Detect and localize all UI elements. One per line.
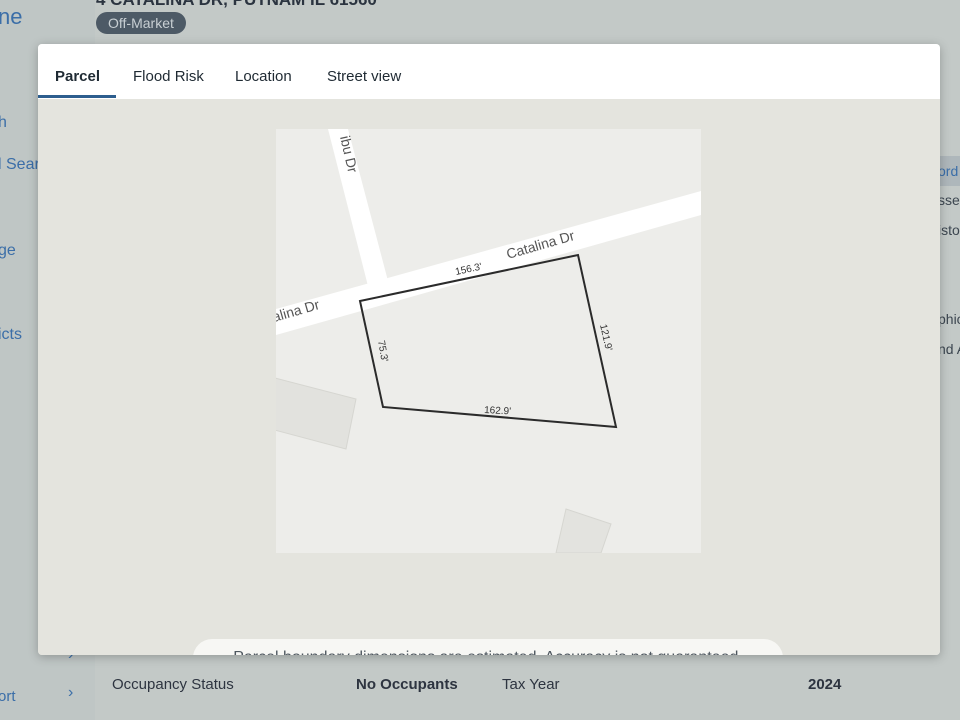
neighbor-parcel — [276, 377, 357, 450]
app-logo-text: ne — [0, 4, 23, 29]
parcel-disclaimer: Parcel boundary dimensions are estimated… — [193, 639, 783, 655]
sidebar-item-products[interactable]: icts — [0, 326, 22, 344]
sidebar-item-report[interactable]: ort — [0, 688, 16, 705]
parcel-map[interactable]: Catalina Dr alina Dr ibu Dr 156.3' 121.9… — [276, 129, 701, 553]
occupancy-status-label: Occupancy Status — [112, 676, 234, 693]
map-area: Catalina Dr alina Dr ibu Dr 156.3' 121.9… — [38, 99, 940, 655]
sidebar-item-page[interactable]: ge — [0, 242, 16, 260]
sidebar-item-search[interactable]: h — [0, 114, 7, 132]
dimension-left: 75.3' — [375, 340, 390, 363]
active-tab-indicator — [38, 95, 116, 98]
tab-location[interactable]: Location — [235, 44, 292, 99]
sidebar-item-saved-search[interactable]: l Sear — [0, 156, 40, 174]
tax-year-value: 2024 — [808, 676, 842, 693]
right-panel-header-text: ord — [938, 163, 959, 179]
property-address: 4 CATALINA DR, PUTNAM IL 61560 — [96, 0, 377, 10]
tax-year-label: Tax Year — [502, 676, 560, 693]
occupancy-status-value: No Occupants — [356, 676, 458, 693]
modal-tab-bar: Parcel Flood Risk Location Street view — [38, 44, 940, 100]
tab-parcel[interactable]: Parcel — [55, 44, 100, 99]
chevron-right-icon[interactable]: › — [68, 684, 73, 702]
tab-flood-risk[interactable]: Flood Risk — [133, 44, 204, 99]
neighbor-parcel — [555, 508, 612, 553]
tab-street-view[interactable]: Street view — [327, 44, 401, 99]
road-cross-street — [328, 129, 388, 286]
right-panel-header: ord — [938, 156, 960, 186]
dimension-right: 121.9' — [597, 323, 614, 352]
dimension-bottom: 162.9' — [484, 405, 512, 417]
parcel-modal: Parcel Flood Risk Location Street view C… — [38, 44, 940, 655]
road-catalina-dr — [276, 191, 701, 335]
right-panel-item[interactable]: phic — [938, 311, 960, 327]
right-panel-item[interactable]: nd A — [938, 341, 960, 357]
parcel-map-svg: Catalina Dr alina Dr ibu Dr 156.3' 121.9… — [276, 129, 701, 553]
status-badge: Off-Market — [96, 12, 186, 34]
right-panel-item[interactable]: isto — [938, 222, 960, 238]
right-panel-item[interactable]: sses — [938, 192, 960, 208]
